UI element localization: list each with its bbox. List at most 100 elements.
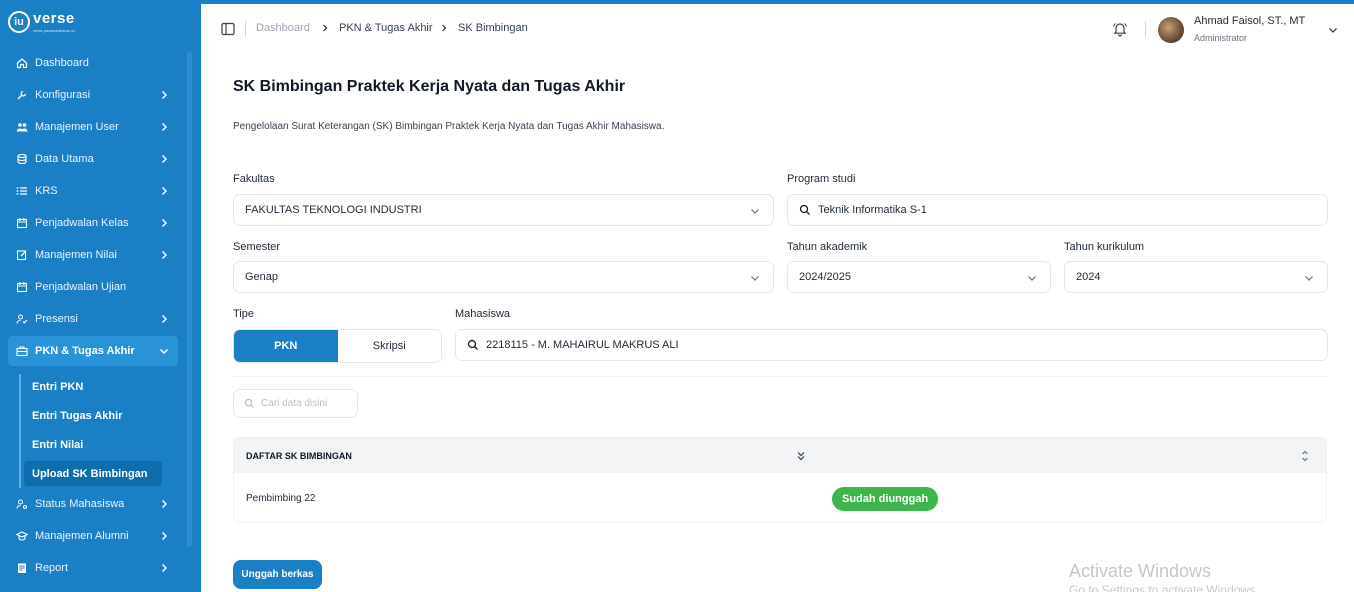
users-icon <box>16 121 28 133</box>
sidebar-item-presensi[interactable]: Presensi <box>8 304 178 334</box>
sidebar-item-pkn-tugas-akhir[interactable]: PKN & Tugas Akhir <box>8 336 178 366</box>
avatar[interactable] <box>1158 17 1184 43</box>
chevron-down-icon <box>1028 276 1036 281</box>
chevron-right-icon <box>162 91 167 99</box>
sort-icon[interactable] <box>1300 449 1310 463</box>
chevron-right-icon <box>162 155 167 163</box>
sidebar-item-dashboard[interactable]: Dashboard <box>8 48 178 78</box>
calendar-icon <box>16 281 28 293</box>
sidebar-item-manajemen-user[interactable]: Manajemen User <box>8 112 178 142</box>
search-input[interactable] <box>261 398 351 409</box>
sidebar-subitem-entri-nilai[interactable]: Entri Nilai <box>24 432 162 457</box>
sidebar-item-label: Manajemen Nilai <box>35 249 117 261</box>
list-icon <box>16 185 28 197</box>
sidebar-subitem-entri-tugas-akhir[interactable]: Entri Tugas Akhir <box>24 403 162 428</box>
table-header-title: DAFTAR SK BIMBINGAN <box>246 451 352 461</box>
sidebar-item-label: Manajemen Alumni <box>35 530 129 542</box>
top-header: Dashboard PKN & Tugas Akhir SK Bimbingan… <box>201 4 1354 56</box>
user-check-icon <box>16 313 28 325</box>
upload-button[interactable]: Unggah berkas <box>233 560 322 589</box>
tipe-option-pkn[interactable]: PKN <box>234 330 338 362</box>
search-icon <box>799 204 811 216</box>
sidebar-item-label: Penjadwalan Ujian <box>35 281 127 293</box>
logo-name: verse <box>33 10 75 27</box>
program-studi-value: Teknik Informatika S-1 <box>818 204 927 216</box>
sidebar-item-report[interactable]: Report <box>8 553 178 583</box>
tahun-akademik-value: 2024/2025 <box>799 271 851 283</box>
chevron-down-icon[interactable] <box>1327 24 1339 36</box>
user-cog-icon <box>16 498 28 510</box>
logo-tagline: verse.paramadina.ac.id <box>33 28 75 33</box>
sidebar-item-krs[interactable]: KRS <box>8 176 178 206</box>
fakultas-select[interactable]: FAKULTAS TEKNOLOGI INDUSTRI <box>233 194 774 226</box>
sidebar-item-konfigurasi[interactable]: Konfigurasi <box>8 80 178 110</box>
semester-label: Semester <box>233 241 281 253</box>
activate-windows-watermark: Activate Windows <box>1069 561 1212 581</box>
status-badge: Sudah diunggah <box>832 487 939 511</box>
sidebar-toggle-icon[interactable] <box>221 22 235 36</box>
breadcrumb-dashboard[interactable]: Dashboard <box>256 22 310 34</box>
header-divider <box>245 21 246 37</box>
briefcase-icon <box>16 345 28 357</box>
sidebar-item-label: Manajemen User <box>35 121 119 133</box>
sidebar-item-penjadwalan-kelas[interactable]: Penjadwalan Kelas <box>8 208 178 238</box>
tahun-kurikulum-select[interactable]: 2024 <box>1064 261 1328 293</box>
user-name[interactable]: Ahmad Faisol, ST., MT <box>1194 15 1305 27</box>
sidebar-item-data-utama[interactable]: Data Utama <box>8 144 178 174</box>
search-icon <box>467 339 479 351</box>
breadcrumb-sk-bimbingan: SK Bimbingan <box>458 22 528 34</box>
chevron-down-icon <box>160 349 168 354</box>
tahun-akademik-select[interactable]: 2024/2025 <box>787 261 1051 293</box>
breadcrumb-pkn-tugas-akhir[interactable]: PKN & Tugas Akhir <box>339 22 433 34</box>
semester-select[interactable]: Genap <box>233 261 774 293</box>
sidebar-item-label: Konfigurasi <box>35 89 91 101</box>
sidebar-scrollbar[interactable] <box>187 52 192 547</box>
sidebar-item-label: Penjadwalan Kelas <box>35 217 129 229</box>
bell-icon[interactable] <box>1112 21 1128 37</box>
search-icon <box>244 398 255 409</box>
sidebar-item-manajemen-alumni[interactable]: Manajemen Alumni <box>8 521 178 551</box>
mahasiswa-value: 2218115 - M. MAHAIRUL MAKRUS ALI <box>486 339 679 351</box>
sidebar-item-label: PKN & Tugas Akhir <box>35 345 135 357</box>
sidebar-item-label: KRS <box>35 185 58 197</box>
program-studi-label: Program studi <box>787 173 856 185</box>
table-search[interactable] <box>233 389 358 418</box>
sidebar: iu verse verse.paramadina.ac.id Dashboar… <box>0 0 201 592</box>
sidebar-item-manajemen-nilai[interactable]: Manajemen Nilai <box>8 240 178 270</box>
submenu-rail <box>19 374 21 488</box>
sidebar-item-label: Dashboard <box>35 57 89 69</box>
sidebar-item-label: Data Utama <box>35 153 94 165</box>
sidebar-item-status-mahasiswa[interactable]: Status Mahasiswa <box>8 489 178 519</box>
chevron-right-icon <box>162 123 167 131</box>
fakultas-value: FAKULTAS TEKNOLOGI INDUSTRI <box>245 204 422 216</box>
chevron-right-icon <box>162 532 167 540</box>
chevron-right-icon <box>162 315 167 323</box>
activate-windows-subtext: Go to Settings to activate Windows. <box>1069 583 1259 592</box>
chevron-right-icon <box>442 24 447 32</box>
chevron-right-icon <box>162 219 167 227</box>
chevron-right-icon <box>162 500 167 508</box>
logo-mark: iu <box>8 10 30 33</box>
sidebar-item-penjadwalan-ujian[interactable]: Penjadwalan Ujian <box>8 272 178 302</box>
sidebar-item-label: Presensi <box>35 313 78 325</box>
table-header[interactable]: DAFTAR SK BIMBINGAN <box>234 438 1326 473</box>
sidebar-subitem-upload-sk-bimbingan[interactable]: Upload SK Bimbingan <box>24 461 162 486</box>
tahun-akademik-label: Tahun akademik <box>787 241 868 253</box>
brand-logo[interactable]: iu verse verse.paramadina.ac.id <box>8 10 75 33</box>
chevron-right-icon <box>162 251 167 259</box>
program-studi-field[interactable]: Teknik Informatika S-1 <box>787 194 1328 226</box>
tipe-toggle: PKN Skripsi <box>233 329 442 363</box>
tahun-kurikulum-label: Tahun kurikulum <box>1064 241 1145 253</box>
home-icon <box>16 57 28 69</box>
double-chevron-down-icon[interactable] <box>795 450 807 462</box>
tipe-label: Tipe <box>233 308 254 320</box>
semester-value: Genap <box>245 271 279 283</box>
chevron-right-icon <box>162 564 167 572</box>
row-name: Pembimbing 22 <box>246 493 316 504</box>
mahasiswa-field[interactable]: 2218115 - M. MAHAIRUL MAKRUS ALI <box>455 329 1328 361</box>
chevron-down-icon <box>751 209 759 214</box>
tipe-option-skripsi[interactable]: Skripsi <box>337 330 441 362</box>
sidebar-subitem-entri-pkn[interactable]: Entri PKN <box>24 374 162 399</box>
mahasiswa-label: Mahasiswa <box>455 308 511 320</box>
edit-icon <box>16 249 28 261</box>
